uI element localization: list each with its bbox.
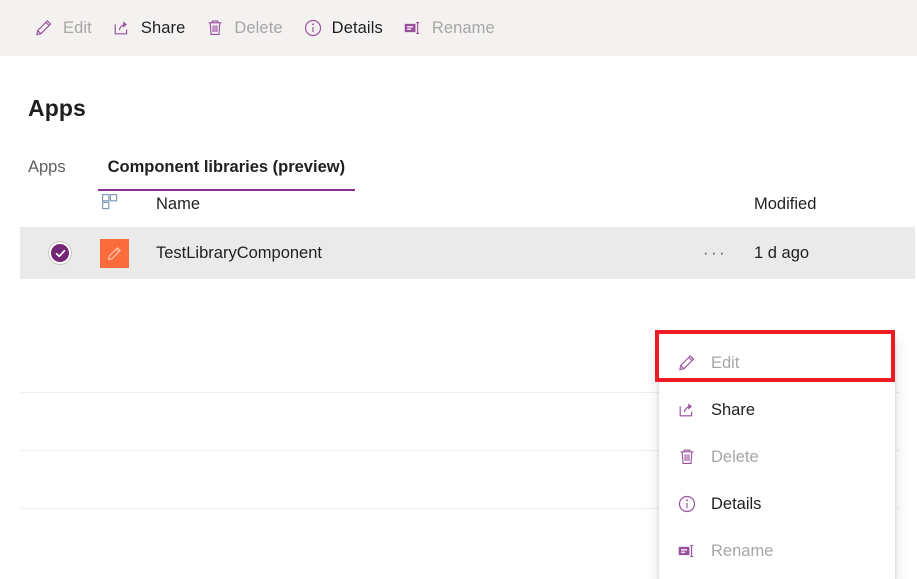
- apps-list: Name Modified TestLibraryComponent ··· 1…: [20, 181, 915, 279]
- row-select-cell[interactable]: [20, 242, 100, 264]
- column-header-type-icon: [100, 192, 142, 217]
- command-delete-label: Delete: [234, 19, 283, 37]
- menu-item-delete[interactable]: Delete: [659, 433, 895, 480]
- row-context-menu: Edit Share Delete Details Rename: [659, 334, 895, 579]
- command-bar: Edit Share Delete Details Rename: [0, 0, 917, 56]
- rename-icon: [677, 541, 697, 561]
- trash-icon: [205, 18, 225, 38]
- menu-item-delete-label: Delete: [711, 447, 759, 466]
- info-icon: [677, 494, 697, 514]
- row-modified: 1 d ago: [754, 243, 810, 262]
- command-share-label: Share: [140, 19, 186, 37]
- ellipsis-icon[interactable]: ···: [680, 244, 750, 261]
- tab-component-libraries-label: Component libraries (preview): [107, 158, 346, 176]
- column-header-modified[interactable]: Modified: [750, 195, 915, 214]
- command-edit-button[interactable]: Edit: [24, 8, 102, 48]
- row-app-icon-cell: [100, 238, 142, 268]
- trash-icon: [677, 447, 697, 467]
- menu-item-edit[interactable]: Edit: [659, 339, 895, 386]
- column-header-name[interactable]: Name: [142, 195, 680, 214]
- rename-icon: [403, 18, 423, 38]
- info-icon: [303, 18, 323, 38]
- menu-item-rename[interactable]: Rename: [659, 527, 895, 574]
- component-grid-icon: [100, 192, 120, 217]
- menu-item-details-label: Details: [711, 494, 762, 513]
- pencil-icon: [677, 353, 697, 373]
- orange-pencil-tile-icon: [100, 238, 129, 268]
- command-details-button[interactable]: Details: [293, 8, 393, 48]
- page-title: Apps: [28, 95, 86, 121]
- share-icon: [112, 18, 132, 38]
- pencil-icon: [34, 18, 54, 38]
- command-edit-label: Edit: [63, 19, 92, 37]
- list-column-headers: Name Modified: [20, 181, 915, 227]
- checkmark-circle-icon[interactable]: [49, 242, 71, 264]
- menu-item-details[interactable]: Details: [659, 480, 895, 527]
- menu-item-rename-label: Rename: [711, 541, 774, 560]
- tab-apps-label: Apps: [28, 158, 66, 176]
- command-rename-label: Rename: [431, 19, 495, 37]
- command-share-button[interactable]: Share: [102, 8, 196, 48]
- table-row[interactable]: TestLibraryComponent ··· 1 d ago: [20, 227, 915, 279]
- menu-item-share-label: Share: [711, 400, 756, 419]
- row-name[interactable]: TestLibraryComponent: [142, 244, 680, 263]
- command-delete-button[interactable]: Delete: [195, 8, 292, 48]
- menu-item-edit-label: Edit: [711, 353, 740, 372]
- command-details-label: Details: [331, 19, 383, 37]
- command-rename-button[interactable]: Rename: [393, 8, 505, 48]
- menu-item-share[interactable]: Share: [659, 386, 895, 433]
- share-icon: [677, 400, 697, 420]
